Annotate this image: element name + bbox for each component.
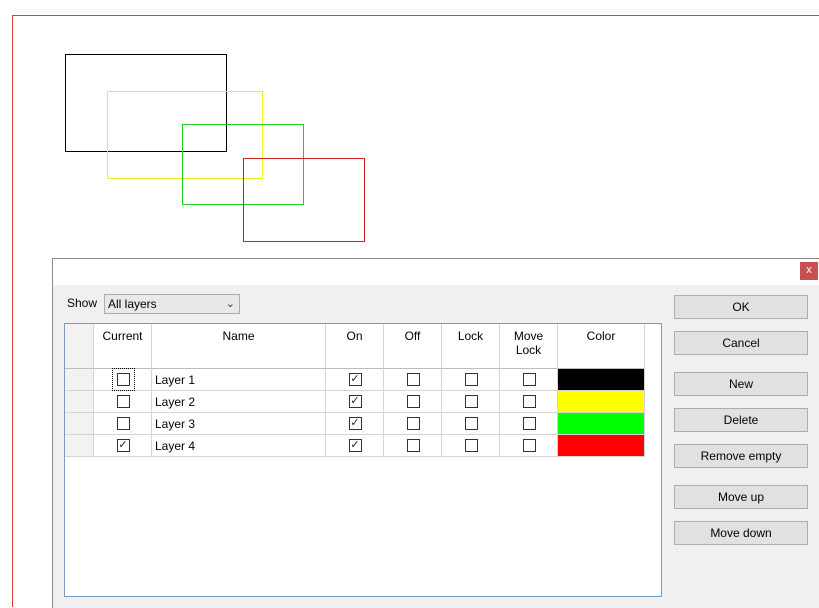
lock-checkbox[interactable] [464, 373, 478, 386]
column-header-on[interactable]: On [326, 324, 384, 369]
on-checkbox[interactable]: ✓ [348, 417, 362, 430]
name-cell[interactable]: Layer 2 [152, 391, 326, 413]
move-lock-checkbox[interactable] [522, 417, 536, 430]
move-lock-cell [500, 369, 558, 391]
off-cell [384, 435, 442, 457]
current-cell [94, 368, 152, 391]
cancel-button[interactable]: Cancel [674, 331, 808, 355]
on-checkbox[interactable]: ✓ [348, 395, 362, 408]
name-cell[interactable]: Layer 1 [152, 369, 326, 391]
current-cell [94, 391, 152, 413]
layer-name: Layer 1 [155, 373, 196, 387]
ok-button[interactable]: OK [674, 295, 808, 319]
name-cell[interactable]: Layer 4 [152, 435, 326, 457]
row-header[interactable] [65, 435, 94, 457]
on-cell: ✓ [326, 369, 384, 391]
dialog-titlebar: x [53, 259, 819, 285]
lock-checkbox[interactable] [464, 395, 478, 408]
canvas-border-left [12, 15, 13, 607]
move-lock-checkbox[interactable] [522, 439, 536, 452]
red-rectangle[interactable] [243, 158, 365, 242]
lock-cell [442, 413, 500, 435]
move-lock-cell [500, 413, 558, 435]
off-checkbox[interactable] [406, 373, 420, 386]
current-checkbox[interactable] [116, 417, 130, 430]
canvas-border-top [12, 15, 819, 16]
layer-name: Layer 3 [155, 417, 196, 431]
new-layer-button[interactable]: New [674, 372, 808, 396]
column-header-current[interactable]: Current [94, 324, 152, 369]
column-header-lock[interactable]: Lock [442, 324, 500, 369]
on-cell: ✓ [326, 435, 384, 457]
move-up-button[interactable]: Move up [674, 485, 808, 509]
color-swatch[interactable] [558, 435, 645, 457]
remove-empty-button[interactable]: Remove empty [674, 444, 808, 468]
move-lock-cell [500, 435, 558, 457]
lock-checkbox[interactable] [464, 417, 478, 430]
on-checkbox[interactable]: ✓ [348, 373, 362, 386]
column-header-off[interactable]: Off [384, 324, 442, 369]
show-filter-select[interactable]: All layers ⌄ [104, 294, 240, 314]
color-swatch[interactable] [558, 391, 645, 413]
show-label: Show [67, 296, 98, 310]
lock-checkbox[interactable] [464, 439, 478, 452]
current-cell: ✓ [94, 435, 152, 457]
off-checkbox[interactable] [406, 395, 420, 408]
move-down-button[interactable]: Move down [674, 521, 808, 545]
column-header-move-lock[interactable]: Move Lock [500, 324, 558, 369]
row-header-corner [65, 324, 94, 369]
close-button[interactable]: x [800, 262, 818, 280]
lock-cell [442, 435, 500, 457]
on-cell: ✓ [326, 413, 384, 435]
layer-name: Layer 2 [155, 395, 196, 409]
move-lock-cell [500, 391, 558, 413]
name-cell[interactable]: Layer 3 [152, 413, 326, 435]
current-checkbox[interactable] [116, 395, 130, 408]
lock-cell [442, 391, 500, 413]
lock-cell [442, 369, 500, 391]
on-checkbox[interactable]: ✓ [348, 439, 362, 452]
layer-name: Layer 4 [155, 439, 196, 453]
color-swatch[interactable] [558, 369, 645, 391]
move-lock-checkbox[interactable] [522, 373, 536, 386]
current-cell [94, 413, 152, 435]
layers-table: Current Name On Off Lock Move Lock Color… [64, 323, 662, 597]
move-lock-checkbox[interactable] [522, 395, 536, 408]
chevron-down-icon: ⌄ [225, 298, 235, 310]
row-header[interactable] [65, 391, 94, 413]
color-swatch[interactable] [558, 413, 645, 435]
delete-layer-button[interactable]: Delete [674, 408, 808, 432]
column-header-color[interactable]: Color [558, 324, 645, 369]
off-checkbox[interactable] [406, 417, 420, 430]
on-cell: ✓ [326, 391, 384, 413]
column-header-name[interactable]: Name [152, 324, 326, 369]
layers-dialog: x Show All layers ⌄ Current Name On Off … [52, 258, 819, 608]
current-checkbox[interactable]: ✓ [116, 439, 130, 452]
off-cell [384, 391, 442, 413]
off-checkbox[interactable] [406, 439, 420, 452]
show-filter-value: All layers [108, 297, 157, 311]
off-cell [384, 413, 442, 435]
row-header[interactable] [65, 413, 94, 435]
off-cell [384, 369, 442, 391]
current-checkbox[interactable] [111, 368, 135, 391]
row-header[interactable] [65, 369, 94, 391]
